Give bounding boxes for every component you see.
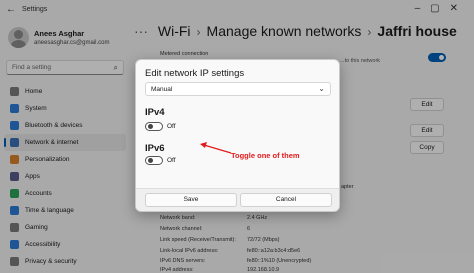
ipv6-label: IPv6: [145, 143, 165, 154]
annotation-arrow-icon: [200, 142, 232, 154]
ipv6-toggle[interactable]: [145, 156, 163, 165]
save-button[interactable]: Save: [145, 193, 237, 207]
chevron-down-icon: ⌄: [318, 84, 325, 93]
cancel-button[interactable]: Cancel: [240, 193, 332, 207]
annotation-text: Toggle one of them: [231, 151, 300, 160]
ipv4-label: IPv4: [145, 107, 165, 118]
ipv6-state: Off: [167, 157, 176, 164]
dialog-title: Edit network IP settings: [145, 68, 245, 79]
dialog-footer: Save Cancel: [136, 188, 339, 211]
ipv4-toggle[interactable]: [145, 122, 163, 131]
ipv4-state: Off: [167, 123, 176, 130]
ip-mode-select[interactable]: Manual ⌄: [145, 82, 331, 96]
edit-ip-settings-dialog: Edit network IP settings Manual ⌄ IPv4 O…: [135, 59, 340, 212]
ip-mode-value: Manual: [151, 86, 173, 93]
